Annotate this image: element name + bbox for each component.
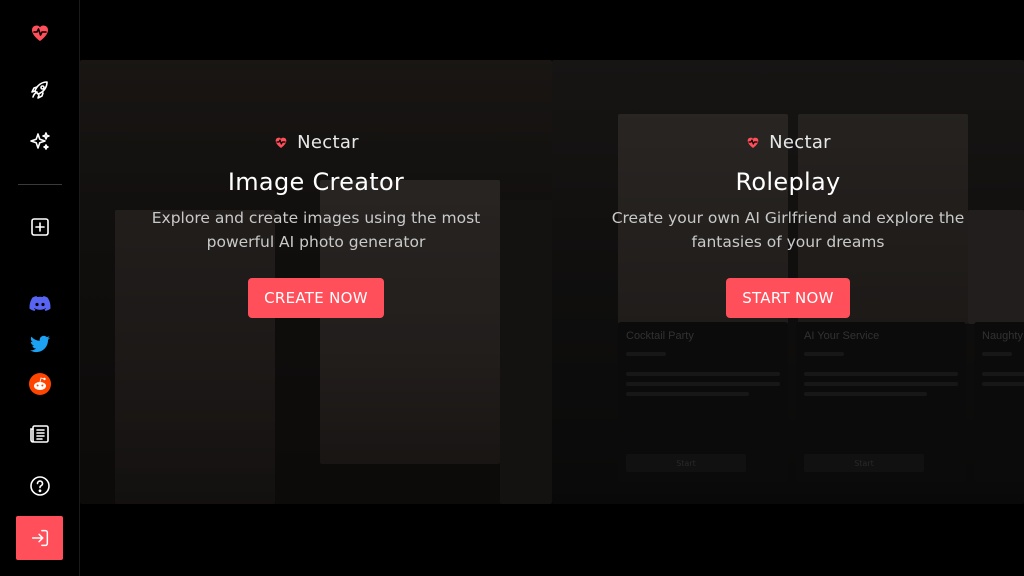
card-title: Roleplay (735, 168, 841, 196)
card-description: Create your own AI Girlfriend and explor… (611, 209, 965, 251)
brand: Nectar (745, 130, 831, 154)
twitter-icon[interactable] (24, 328, 56, 360)
image-creator-overlay: Nectar Image Creator Explore and create … (80, 130, 552, 318)
login-button[interactable] (16, 516, 63, 560)
heart-pulse-icon-graphic (32, 25, 48, 41)
image-creator-card[interactable]: Nectar Image Creator Explore and create … (80, 60, 552, 504)
roleplay-card[interactable]: Cocktail Party Start AI Your Service Sta… (552, 60, 1024, 504)
main-content: Nectar Image Creator Explore and create … (80, 0, 1024, 576)
sidebar-divider (18, 184, 62, 185)
help-icon[interactable] (24, 470, 56, 502)
login-icon (31, 529, 48, 547)
heart-pulse-icon (275, 137, 287, 148)
blog-icon[interactable] (24, 418, 56, 450)
brand: Nectar (273, 130, 359, 154)
card-description: Explore and create images using the most… (151, 209, 481, 251)
heart-pulse-icon (747, 137, 759, 148)
sparkles-icon[interactable] (24, 126, 56, 158)
reddit-icon[interactable] (24, 368, 56, 400)
card-title: Image Creator (227, 168, 405, 196)
roleplay-overlay: Nectar Roleplay Create your own AI Girlf… (552, 130, 1024, 318)
add-square-icon[interactable] (24, 211, 56, 243)
brand-name: Nectar (297, 131, 359, 153)
brand-name: Nectar (769, 131, 831, 153)
sidebar (0, 0, 80, 576)
discord-icon[interactable] (24, 288, 56, 320)
create-now-button[interactable]: CREATE NOW (248, 278, 384, 318)
start-now-button[interactable]: START NOW (726, 278, 850, 318)
rocket-icon[interactable] (24, 74, 56, 106)
heart-pulse-icon[interactable] (24, 16, 56, 48)
